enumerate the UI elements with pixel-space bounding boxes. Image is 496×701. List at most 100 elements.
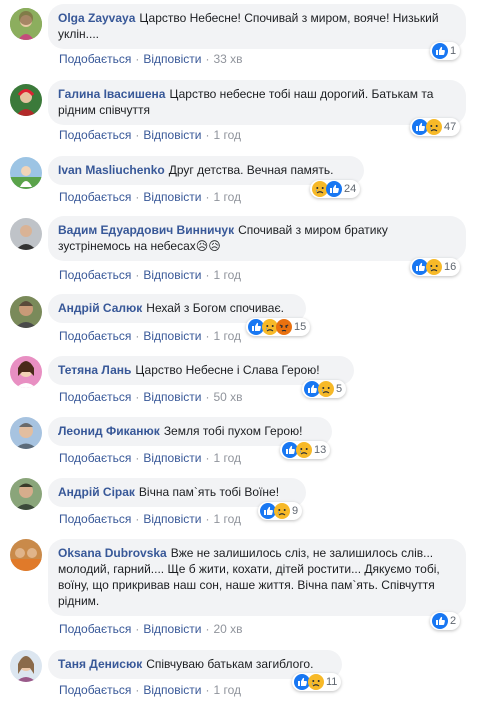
like-reaction-icon [326,181,342,197]
comment-time[interactable]: 1 год [213,128,241,142]
comment-text: Вічна пам`ять тобі Воїне! [138,485,280,499]
reply-link[interactable]: Відповісти [143,268,201,282]
comment-author[interactable]: Вадим Едуардович Винничук [58,223,234,237]
comment-author[interactable]: Андрій Сірак [58,485,135,499]
avatar[interactable] [10,478,42,510]
comment-author[interactable]: Olga Zayvaya [58,11,135,25]
comment-time[interactable]: 1 год [213,329,241,343]
avatar[interactable] [10,8,42,40]
reply-link[interactable]: Відповісти [143,128,201,142]
comment-actions: Подобається · Відповісти · 20 хв [59,622,243,636]
comment-author[interactable]: Тетяна Лань [58,363,131,377]
reaction-count: 24 [344,183,357,195]
comment-text: Царство Небесне і Слава Герою! [135,363,320,377]
comment-text: Співчуваю батькам загиблого. [146,657,314,671]
like-link[interactable]: Подобається [59,622,131,636]
sad-reaction-icon [308,674,324,690]
reply-link[interactable]: Відповісти [143,390,201,404]
comment-time[interactable]: 1 год [213,512,241,526]
comment-bubble: Вадим Едуардович Винничук Спочивай з миро… [48,216,466,261]
comment-actions: Подобається · Відповісти · 1 год [59,268,241,282]
like-link[interactable]: Подобається [59,128,131,142]
comment-time[interactable]: 33 хв [213,52,242,66]
comment-text: Земля тобі пухом Герою! [163,424,303,438]
avatar[interactable] [10,296,42,328]
like-reaction-icon [432,43,448,59]
reaction-count: 15 [294,321,307,333]
reaction-summary[interactable]: 5 [302,380,347,398]
comment-bubble: Olga Zayvaya Царство Небесне! Спочивай з … [48,4,466,49]
sad-reaction-icon [426,259,442,275]
avatar[interactable] [10,84,42,116]
comment-actions: Подобається · Відповісти · 1 год [59,512,241,526]
comment-text: Друг детства. Вечная память. [168,163,334,177]
avatar[interactable] [10,356,42,388]
reply-link[interactable]: Відповісти [143,683,201,697]
like-link[interactable]: Подобається [59,683,131,697]
reaction-summary[interactable]: 47 [410,118,461,136]
sad-reaction-icon [274,503,290,519]
comment-author[interactable]: Oksana Dubrovska [58,546,167,560]
comment-actions: Подобається · Відповісти · 1 год [59,190,241,204]
like-link[interactable]: Подобається [59,512,131,526]
reaction-count: 11 [326,676,338,688]
comment-bubble: Галина Івасишена Царство небесне тобі наш… [48,80,466,125]
sad-reaction-icon [318,381,334,397]
comment-time[interactable]: 1 год [213,268,241,282]
comment-time[interactable]: 50 хв [213,390,242,404]
sad-reaction-icon [296,442,312,458]
reaction-count: 13 [314,444,327,456]
like-link[interactable]: Подобається [59,329,131,343]
like-link[interactable]: Подобається [59,190,131,204]
avatar[interactable] [10,218,42,250]
avatar[interactable] [10,539,42,571]
reaction-count: 2 [450,615,457,627]
comment-actions: Подобається · Відповісти · 1 год [59,451,241,465]
reaction-count: 5 [336,383,343,395]
reaction-count: 1 [450,45,457,57]
angry-reaction-icon [276,319,292,335]
avatar[interactable] [10,417,42,449]
sad-reaction-icon [426,119,442,135]
reply-link[interactable]: Відповісти [143,512,201,526]
comment-author[interactable]: Таня Денисюк [58,657,142,671]
reaction-summary[interactable]: 15 [246,318,311,336]
reaction-summary[interactable]: 13 [280,441,331,459]
reaction-summary[interactable]: 11 [292,673,342,691]
avatar[interactable] [10,650,42,682]
like-link[interactable]: Подобається [59,390,131,404]
reaction-summary[interactable]: 9 [258,502,303,520]
comment-time[interactable]: 1 год [213,683,241,697]
comment-actions: Подобається · Відповісти · 1 год [59,329,241,343]
comment-author[interactable]: Андрій Салюк [58,301,142,315]
reaction-count: 9 [292,505,299,517]
comment-actions: Подобається · Відповісти · 1 год [59,683,241,697]
comment-author[interactable]: Галина Івасишена [58,87,165,101]
comment-actions: Подобається · Відповісти · 50 хв [59,390,243,404]
reply-link[interactable]: Відповісти [143,622,201,636]
avatar[interactable] [10,157,42,189]
comment-time[interactable]: 20 хв [213,622,242,636]
like-reaction-icon [432,613,448,629]
reaction-summary[interactable]: 16 [410,258,461,276]
reply-link[interactable]: Відповісти [143,451,201,465]
comment-bubble: Oksana Dubrovska Вже не залишилось сліз, … [48,539,466,616]
comment-time[interactable]: 1 год [213,451,241,465]
reaction-count: 47 [444,121,457,133]
reply-link[interactable]: Відповісти [143,329,201,343]
comment-text: Нехай з Богом спочиває. [146,301,284,315]
like-link[interactable]: Подобається [59,52,131,66]
comment-author[interactable]: Ivan Masliuchenko [58,163,165,177]
reaction-summary[interactable]: 1 [430,42,461,60]
comment-author[interactable]: Леонид Фиканюк [58,424,160,438]
reaction-summary[interactable]: 24 [310,180,361,198]
reply-link[interactable]: Відповісти [143,52,201,66]
reaction-summary[interactable]: 2 [430,612,461,630]
comment-actions: Подобається · Відповісти · 1 год [59,128,241,142]
reaction-count: 16 [444,261,457,273]
reply-link[interactable]: Відповісти [143,190,201,204]
like-link[interactable]: Подобається [59,268,131,282]
comment-actions: Подобається · Відповісти · 33 хв [59,52,243,66]
like-link[interactable]: Подобається [59,451,131,465]
comment-time[interactable]: 1 год [213,190,241,204]
